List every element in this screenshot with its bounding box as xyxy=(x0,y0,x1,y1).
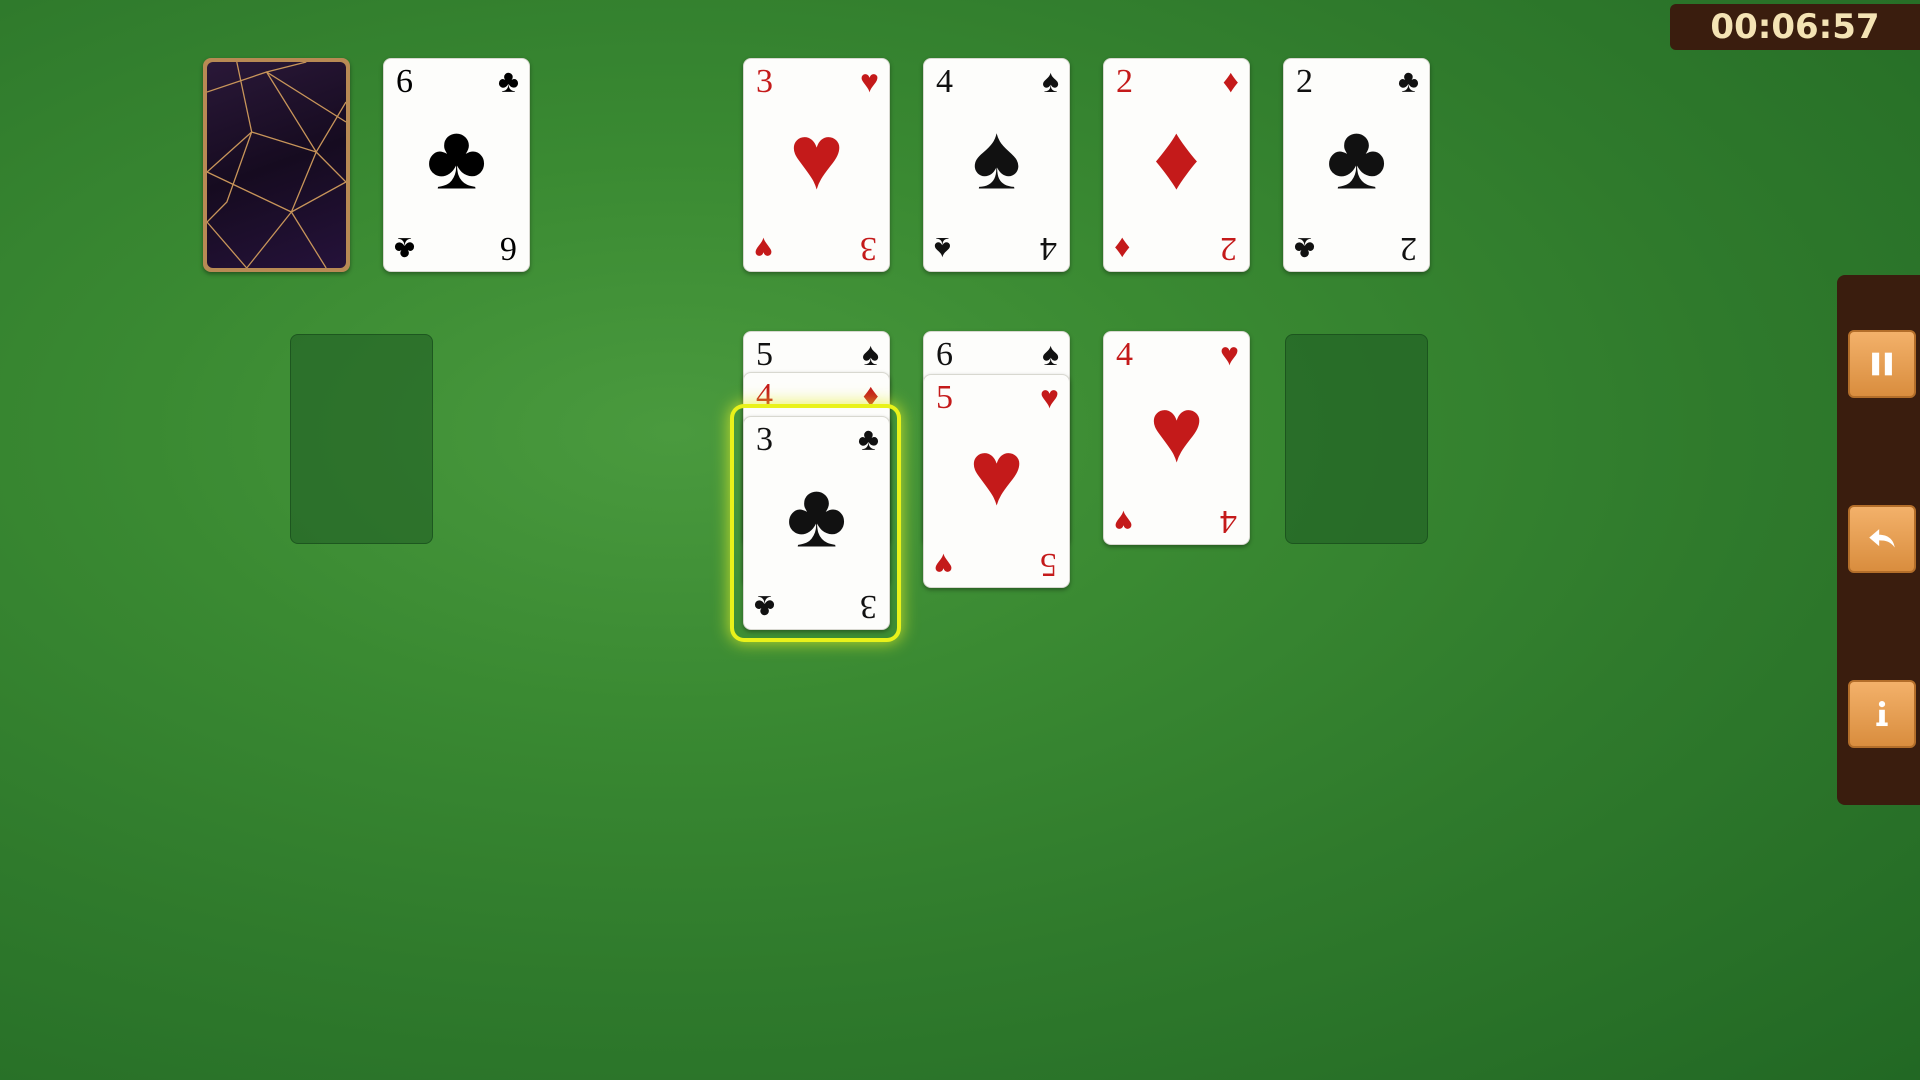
club-icon: ♣ xyxy=(1326,106,1387,209)
info-icon xyxy=(1865,697,1899,731)
spade-icon: ♠ xyxy=(1042,63,1059,99)
card-rank: 4 xyxy=(756,377,773,414)
heart-icon: ♥ xyxy=(1220,336,1239,372)
card-rank: 4 xyxy=(1220,503,1237,540)
pause-icon xyxy=(1865,347,1899,381)
club-icon: ♣ xyxy=(394,231,415,267)
card-rank: 6 xyxy=(500,230,517,267)
tableau-card[interactable]: 5 ♥ ♥ ♥ 5 xyxy=(923,374,1070,588)
pause-button[interactable] xyxy=(1848,330,1916,398)
undo-icon xyxy=(1865,522,1899,556)
game-timer: 00:06:57 xyxy=(1670,4,1920,50)
card-rank: 3 xyxy=(860,230,877,267)
diamond-icon: ♦ xyxy=(1153,106,1200,209)
card-back-pattern xyxy=(207,62,346,268)
empty-tableau-slot[interactable] xyxy=(290,334,433,544)
foundation-clubs[interactable]: 2 ♣ ♣ ♣ 2 xyxy=(1283,58,1430,272)
heart-icon: ♥ xyxy=(1040,379,1059,415)
diamond-icon: ♦ xyxy=(862,377,879,413)
spade-icon: ♠ xyxy=(1042,336,1059,372)
waste-card[interactable]: 6 ♣ ♣ ♣ 6 xyxy=(383,58,530,272)
foundation-diamonds[interactable]: 2 ♦ ♦ ♦ 2 xyxy=(1103,58,1250,272)
undo-button[interactable] xyxy=(1848,505,1916,573)
card-rank: 3 xyxy=(756,63,773,100)
card-rank: 2 xyxy=(1296,63,1313,100)
card-rank: 2 xyxy=(1116,63,1133,100)
tableau-card[interactable]: 4 ♥ ♥ ♥ 4 xyxy=(1103,331,1250,545)
club-icon: ♣ xyxy=(426,106,487,209)
empty-tableau-slot[interactable] xyxy=(1285,334,1428,544)
spade-icon: ♠ xyxy=(934,231,951,267)
club-icon: ♣ xyxy=(1398,63,1419,99)
stock-pile[interactable] xyxy=(203,58,350,272)
club-icon: ♣ xyxy=(786,464,847,567)
club-icon: ♣ xyxy=(858,421,879,457)
heart-icon: ♥ xyxy=(1149,379,1204,482)
spade-icon: ♠ xyxy=(862,336,879,372)
side-panel xyxy=(1837,275,1920,805)
heart-icon: ♥ xyxy=(934,547,953,583)
diamond-icon: ♦ xyxy=(1222,63,1239,99)
heart-icon: ♥ xyxy=(860,63,879,99)
info-button[interactable] xyxy=(1848,680,1916,748)
tableau-card-selected[interactable]: 3 ♣ ♣ ♣ 3 xyxy=(743,416,890,630)
heart-icon: ♥ xyxy=(969,422,1024,525)
club-icon: ♣ xyxy=(754,589,775,625)
foundation-spades[interactable]: 4 ♠ ♠ ♠ 4 xyxy=(923,58,1070,272)
card-rank: 6 xyxy=(396,63,413,100)
foundation-hearts[interactable]: 3 ♥ ♥ ♥ 3 xyxy=(743,58,890,272)
club-icon: ♣ xyxy=(498,63,519,99)
card-rank: 4 xyxy=(1040,230,1057,267)
card-rank: 6 xyxy=(936,336,953,373)
heart-icon: ♥ xyxy=(789,106,844,209)
diamond-icon: ♦ xyxy=(1114,231,1131,267)
card-rank: 5 xyxy=(1040,546,1057,583)
card-rank: 4 xyxy=(1116,336,1133,373)
card-rank: 3 xyxy=(860,588,877,625)
card-rank: 4 xyxy=(936,63,953,100)
heart-icon: ♥ xyxy=(754,231,773,267)
card-rank: 3 xyxy=(756,421,773,458)
card-rank: 5 xyxy=(756,336,773,373)
card-rank: 5 xyxy=(936,379,953,416)
card-rank: 2 xyxy=(1400,230,1417,267)
club-icon: ♣ xyxy=(1294,231,1315,267)
card-rank: 2 xyxy=(1220,230,1237,267)
heart-icon: ♥ xyxy=(1114,504,1133,540)
spade-icon: ♠ xyxy=(972,106,1021,209)
